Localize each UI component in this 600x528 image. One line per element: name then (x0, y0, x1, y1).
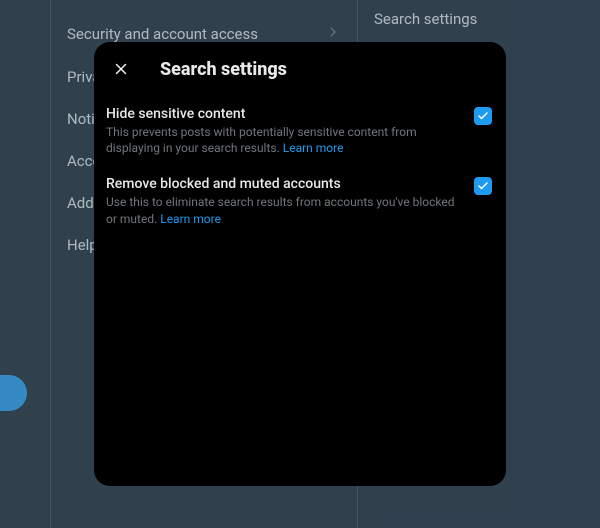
modal-header: Search settings (94, 42, 506, 96)
close-icon (112, 60, 130, 78)
option-desc-text: This prevents posts with potentially sen… (106, 125, 417, 155)
option-title: Hide sensitive content (106, 106, 464, 122)
option-hide-sensitive: Hide sensitive content This prevents pos… (94, 96, 506, 166)
check-icon (477, 110, 489, 122)
option-text: Remove blocked and muted accounts Use th… (106, 176, 464, 226)
hide-sensitive-checkbox[interactable] (474, 107, 492, 125)
remove-blocked-checkbox[interactable] (474, 177, 492, 195)
check-icon (477, 180, 489, 192)
option-desc-text: Use this to eliminate search results fro… (106, 195, 455, 225)
option-text: Hide sensitive content This prevents pos… (106, 106, 464, 156)
option-desc: Use this to eliminate search results fro… (106, 194, 464, 226)
learn-more-link[interactable]: Learn more (160, 212, 221, 226)
search-settings-modal: Search settings Hide sensitive content T… (94, 42, 506, 486)
close-button[interactable] (104, 52, 138, 86)
option-desc: This prevents posts with potentially sen… (106, 124, 464, 156)
modal-overlay[interactable]: Search settings Hide sensitive content T… (0, 0, 600, 528)
learn-more-link[interactable]: Learn more (283, 141, 344, 155)
option-title: Remove blocked and muted accounts (106, 176, 464, 192)
option-remove-blocked: Remove blocked and muted accounts Use th… (94, 166, 506, 236)
modal-title: Search settings (160, 59, 287, 80)
